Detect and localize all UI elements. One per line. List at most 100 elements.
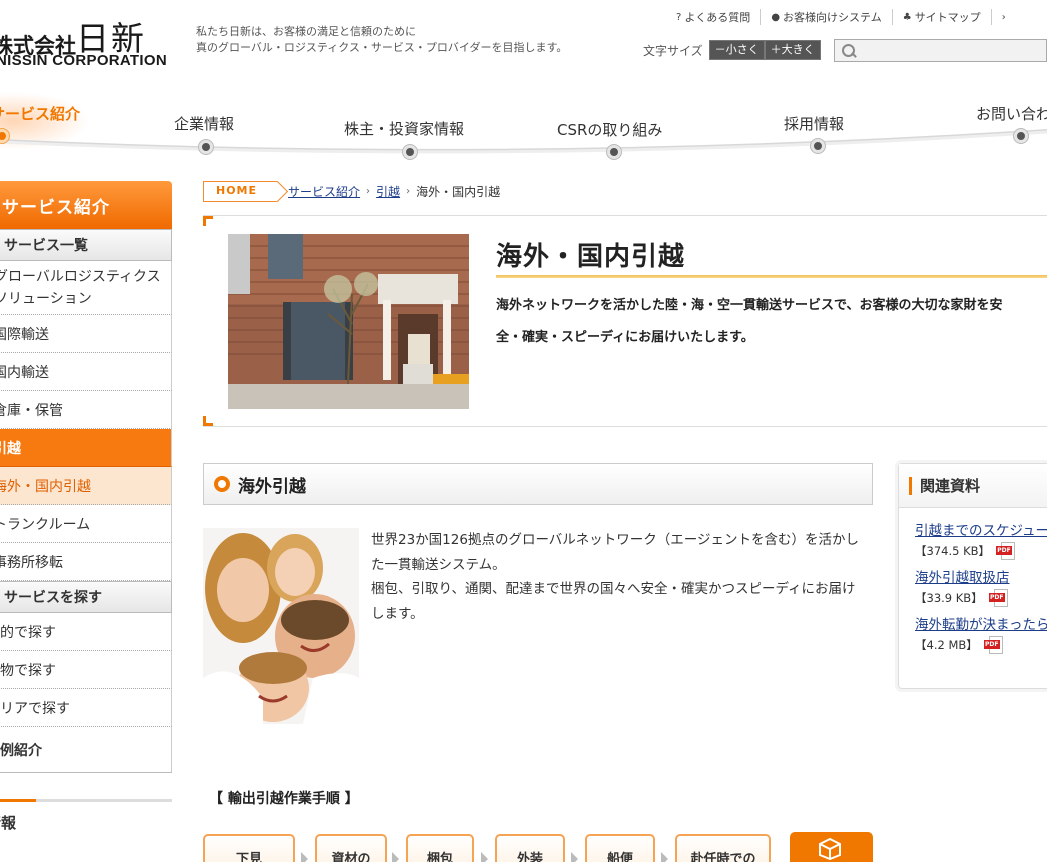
- font-size-label: 文字サイズ: [643, 43, 703, 58]
- step-ship[interactable]: 船便: [585, 834, 655, 862]
- company-logo[interactable]: 株式会社日新 NISSIN CORPORATION: [0, 10, 170, 70]
- step-arrow-icon: [392, 852, 399, 862]
- list-item: 海外引越取扱店 【33.9 KB】 PDF: [915, 569, 1047, 608]
- box-icon: [819, 838, 841, 860]
- breadcrumb-home[interactable]: HOME: [203, 181, 279, 202]
- gnav-contact[interactable]: お問い合わせ: [976, 103, 1047, 124]
- section-body: 世界23か国126拠点のグローバルネットワーク（エージェントを含む）を活かした一…: [371, 532, 860, 622]
- related-link-agents[interactable]: 海外引越取扱店: [915, 569, 1047, 588]
- step-arrow-icon: [571, 852, 578, 862]
- step-materials[interactable]: 資材の: [315, 834, 387, 862]
- side-nav-title[interactable]: サービス紹介: [0, 181, 172, 229]
- related-link-schedule[interactable]: 引越までのスケジュール: [915, 522, 1047, 541]
- side-item-office-move[interactable]: 事務所移転: [0, 543, 172, 581]
- utility-sitemap-link[interactable]: ♣ サイトマップ: [893, 9, 992, 25]
- circle-bullet-icon: [214, 476, 230, 492]
- side-item-warehouse[interactable]: 倉庫・保管: [0, 391, 172, 429]
- breadcrumb-services[interactable]: サービス紹介: [288, 183, 360, 200]
- related-title: 関連資料: [920, 477, 981, 495]
- file-meta: 【33.9 KB】 PDF: [915, 588, 1047, 608]
- related-header: 関連資料: [899, 464, 1047, 508]
- step-complete[interactable]: [790, 832, 873, 862]
- section-title: 海外引越: [238, 476, 306, 497]
- side-section-find: サービスを探す: [0, 581, 172, 613]
- file-meta: 【374.5 KB】 PDF: [915, 541, 1047, 561]
- side-item-international[interactable]: 国際輸送: [0, 315, 172, 353]
- side-item-moving[interactable]: 引越: [0, 429, 172, 467]
- side-item-global-logistics[interactable]: グローバルロジスティクスソリューション: [0, 261, 172, 315]
- gnav-csr[interactable]: CSRの取り組み: [557, 119, 662, 140]
- step-arrow-icon: [301, 852, 308, 862]
- question-icon: ?: [676, 11, 682, 23]
- side-item-trunk-room[interactable]: トランクルーム: [0, 505, 172, 543]
- side-item-by-purpose[interactable]: 目的で探す: [0, 613, 172, 651]
- family-photo: [203, 528, 359, 724]
- side-item-cases[interactable]: 事例紹介: [0, 727, 172, 773]
- person-icon: ●: [771, 11, 781, 23]
- breadcrumb-separator-icon: ›: [366, 186, 371, 197]
- export-steps: 下見 資材の 梱包 外装 船便 赴任時での: [203, 832, 883, 862]
- step-packing[interactable]: 梱包: [406, 834, 474, 862]
- gnav-company[interactable]: 企業情報: [174, 113, 234, 134]
- corner-accent: [203, 416, 213, 426]
- step-arrow-icon: [661, 852, 668, 862]
- breadcrumb: HOME サービス紹介 › 引越 › 海外・国内引越: [203, 181, 500, 202]
- utility-more-link[interactable]: ›: [992, 9, 1016, 25]
- pdf-icon[interactable]: PDF: [996, 542, 1018, 560]
- font-size-control: 文字サイズ －小さく ＋大きく: [643, 40, 821, 60]
- pdf-icon[interactable]: PDF: [983, 636, 1006, 654]
- side-item-by-area[interactable]: エリアで探す: [0, 689, 172, 727]
- gnav-services[interactable]: サービス紹介: [0, 103, 80, 124]
- step-survey[interactable]: 下見: [203, 834, 295, 862]
- related-link-transfer[interactable]: 海外転勤が決まったら: [915, 616, 1047, 635]
- page-title: 海外・国内引越: [496, 242, 686, 272]
- title-bar-accent: [909, 476, 912, 495]
- corner-accent: [203, 216, 213, 226]
- search-input[interactable]: [861, 40, 1046, 61]
- list-item: 海外転勤が決まったら 【4.2 MB】 PDF: [915, 616, 1047, 655]
- search-icon[interactable]: [841, 43, 856, 59]
- utility-system-link[interactable]: ● お客様向けシステム: [761, 9, 893, 25]
- title-underline: [496, 275, 1047, 278]
- gnav-ir[interactable]: 株主・投資家情報: [344, 118, 464, 139]
- global-nav: サービス紹介 企業情報 株主・投資家情報 CSRの取り組み 採用情報 お問い合わ…: [0, 92, 1047, 172]
- side-info-heading: 情報: [0, 814, 17, 832]
- gnav-recruit[interactable]: 採用情報: [784, 113, 844, 134]
- breadcrumb-separator-icon: ›: [406, 186, 411, 197]
- side-item-by-cargo[interactable]: 貨物で探す: [0, 651, 172, 689]
- side-divider: [0, 799, 172, 802]
- list-item: 引越までのスケジュール 【374.5 KB】 PDF: [915, 522, 1047, 561]
- house-moving-photo: [228, 234, 469, 409]
- side-item-domestic[interactable]: 国内輸送: [0, 353, 172, 391]
- sitemap-icon: ♣: [902, 11, 912, 23]
- utility-nav: ? よくある質問 ● お客様向けシステム ♣ サイトマップ ›: [672, 9, 1016, 25]
- font-larger-button[interactable]: ＋大きく: [764, 40, 821, 60]
- step-on-arrival[interactable]: 赴任時での: [675, 834, 771, 862]
- step-exterior[interactable]: 外装: [495, 834, 565, 862]
- chevron-right-icon: ›: [1001, 11, 1006, 23]
- gnav-dot-contact: [1014, 129, 1028, 143]
- utility-faq-link[interactable]: ? よくある質問: [672, 9, 762, 25]
- font-smaller-button[interactable]: －小さく: [708, 40, 765, 60]
- breadcrumb-moving[interactable]: 引越: [376, 183, 400, 200]
- side-item-moving-current[interactable]: 海外・国内引越: [0, 467, 172, 505]
- breadcrumb-current: 海外・国内引越: [416, 185, 501, 199]
- logo-english: NISSIN CORPORATION: [0, 52, 167, 69]
- tagline: 私たち日新は、お客様の満足と信頼のために 真のグローバル・ロジスティクス・サービ…: [196, 25, 568, 54]
- section-header-overseas: 海外引越: [203, 463, 873, 505]
- search-box: [834, 39, 1047, 62]
- gnav-dot-csr: [607, 145, 621, 159]
- pdf-icon[interactable]: PDF: [988, 589, 1011, 607]
- hero-lead-text: 海外ネットワークを活かした陸・海・空一貫輸送サービスで、お客様の大切な家財を安 …: [496, 298, 1003, 345]
- related-documents: 関連資料 引越までのスケジュール 【374.5 KB】 PDF 海外引越取扱店 …: [898, 463, 1047, 689]
- gnav-dot-recruit: [811, 139, 825, 153]
- file-meta: 【4.2 MB】 PDF: [915, 635, 1047, 655]
- gnav-dot-company: [199, 140, 213, 154]
- step-arrow-icon: [481, 852, 488, 862]
- side-nav: サービス紹介 サービス一覧 グローバルロジスティクスソリューション 国際輸送 国…: [0, 181, 172, 833]
- side-section-service-list: サービス一覧: [0, 229, 172, 261]
- nav-curve: [0, 129, 1047, 154]
- gnav-dot-ir: [403, 145, 417, 159]
- related-list: 引越までのスケジュール 【374.5 KB】 PDF 海外引越取扱店 【33.9…: [899, 508, 1047, 655]
- steps-title: 【 輸出引越作業手順 】: [209, 791, 359, 807]
